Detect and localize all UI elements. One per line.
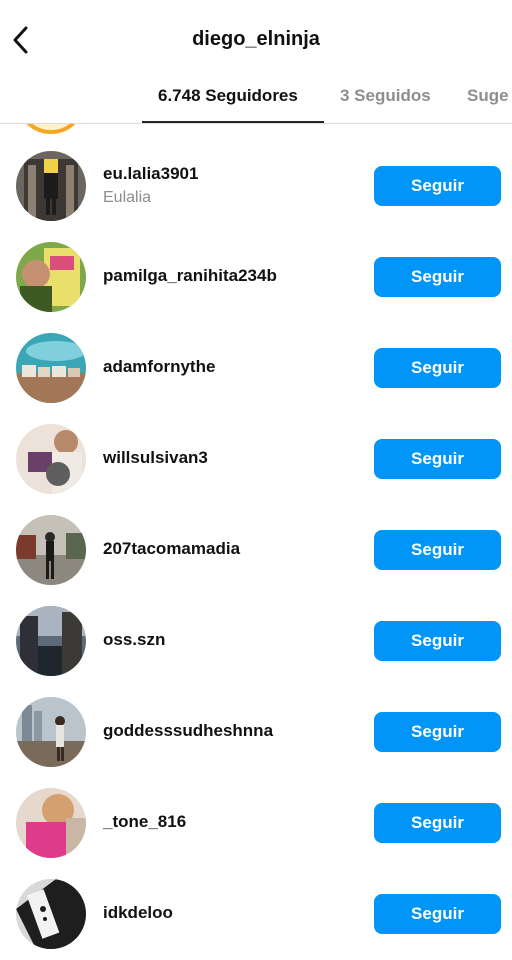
follow-button[interactable]: Seguir: [374, 621, 501, 661]
top-bar: diego_elninja: [0, 0, 512, 76]
follower-username[interactable]: eu.lalia3901: [103, 164, 198, 184]
avatar[interactable]: [16, 333, 86, 403]
follow-button[interactable]: Seguir: [374, 712, 501, 752]
follow-button[interactable]: Seguir: [374, 166, 501, 206]
avatar[interactable]: [16, 151, 86, 221]
avatar[interactable]: [16, 606, 86, 676]
follow-button[interactable]: Seguir: [374, 439, 501, 479]
avatar[interactable]: [16, 424, 86, 494]
followers-screen: diego_elninja 6.748 Seguidores 3 Seguido…: [0, 0, 512, 960]
follower-row: oss.szn Seguir: [0, 579, 512, 676]
follow-button[interactable]: Seguir: [374, 803, 501, 843]
follower-username[interactable]: oss.szn: [103, 630, 165, 650]
follower-username[interactable]: willsulsivan3: [103, 448, 208, 468]
tab-following[interactable]: 3 Seguidos: [340, 86, 431, 106]
follower-username[interactable]: _tone_816: [103, 812, 186, 832]
follow-button[interactable]: Seguir: [374, 257, 501, 297]
follow-button[interactable]: Seguir: [374, 348, 501, 388]
avatar[interactable]: [16, 697, 86, 767]
follower-username[interactable]: 207tacomamadia: [103, 539, 240, 559]
follower-row: _tone_816 Seguir: [0, 761, 512, 858]
avatar[interactable]: [16, 242, 86, 312]
follower-row: 207tacomamadia Seguir: [0, 488, 512, 585]
follower-full-name: Eulalia: [103, 189, 152, 206]
avatar[interactable]: [16, 879, 86, 949]
follower-row: pamilga_ranihita234b Seguir: [0, 215, 512, 312]
follower-username[interactable]: goddesssudheshnna: [103, 721, 273, 741]
follow-button[interactable]: Seguir: [374, 530, 501, 570]
tab-bar: 6.748 Seguidores 3 Seguidos Suge: [0, 76, 512, 124]
follower-row: goddesssudheshnna Seguir: [0, 670, 512, 767]
follower-username[interactable]: adamfornythe: [103, 357, 215, 377]
follower-row: eu.lalia3901 Eulalia Seguir: [0, 124, 512, 221]
follower-row: idkdeloo Seguir: [0, 852, 512, 949]
avatar[interactable]: [16, 515, 86, 585]
tab-followers[interactable]: 6.748 Seguidores: [158, 86, 298, 106]
profile-username-title: diego_elninja: [192, 28, 320, 50]
avatar[interactable]: [16, 788, 86, 858]
tab-suggested[interactable]: Suge: [467, 86, 509, 106]
follower-row: adamfornythe Seguir: [0, 306, 512, 403]
follower-username[interactable]: idkdeloo: [103, 903, 173, 923]
follow-button[interactable]: Seguir: [374, 894, 501, 934]
active-tab-indicator: [142, 121, 324, 123]
follower-username[interactable]: pamilga_ranihita234b: [103, 266, 277, 286]
follower-row: willsulsivan3 Seguir: [0, 397, 512, 494]
